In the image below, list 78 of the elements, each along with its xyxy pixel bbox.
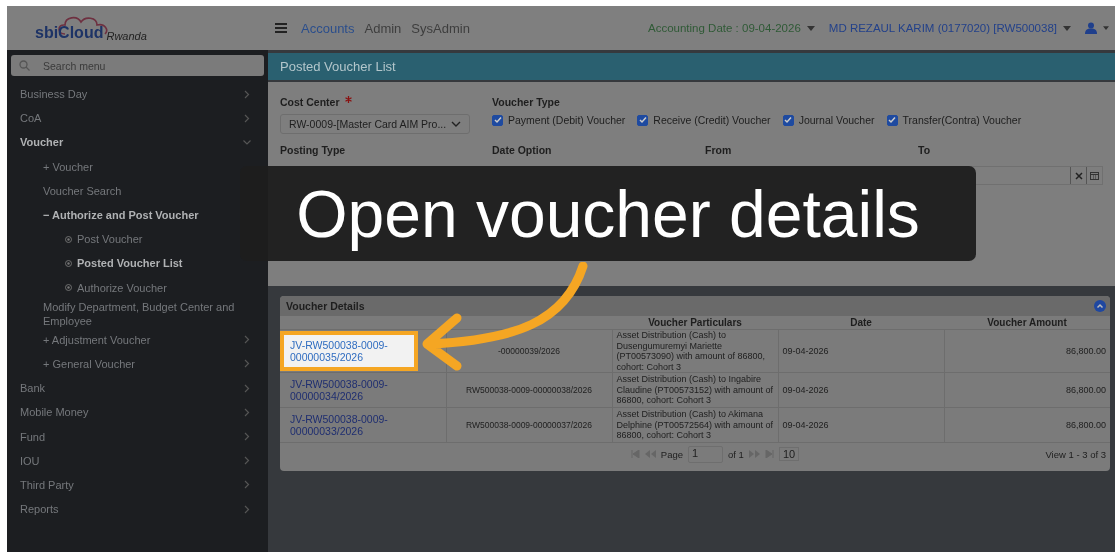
user-icon[interactable]: [1085, 22, 1097, 34]
sidebar-item[interactable]: IOU: [20, 454, 40, 467]
sidebar-item[interactable]: Third Party: [20, 478, 74, 491]
bullet-icon: [65, 284, 72, 292]
nav-tab[interactable]: Accounts: [301, 20, 355, 36]
table-cell: 09-04-2026: [778, 407, 944, 442]
table-cell: 09-04-2026: [778, 329, 944, 373]
table-cell: 09-04-2026: [778, 372, 944, 408]
column-header: Date: [850, 317, 872, 328]
clear-icon[interactable]: [1070, 167, 1086, 184]
field-label: Cost Center: [280, 96, 340, 108]
record-count: View 1 - 3 of 3: [1045, 448, 1106, 460]
sidebar-item[interactable]: Modify Department, Budget Center and Employee: [43, 299, 243, 328]
sidebar-item[interactable]: Mobile Money: [20, 406, 89, 419]
caret-icon[interactable]: [806, 25, 815, 31]
page-size-select[interactable]: 10: [778, 447, 800, 461]
field-label: To: [918, 144, 931, 156]
checkbox-label: Payment (Debit) Voucher: [508, 114, 626, 126]
page-count: of 1: [728, 448, 744, 460]
sidebar-item[interactable]: Authorize Voucher: [77, 281, 167, 294]
sidebar-item[interactable]: Reports: [20, 503, 59, 516]
table-cell: RW500038-0009-00000037/2026: [446, 407, 612, 442]
page-title: Posted Voucher List: [280, 59, 396, 74]
voucher-link[interactable]: JV-RW500038-0009-00000033/2026: [284, 409, 414, 441]
chevron-icon: [451, 121, 461, 127]
voucher-link[interactable]: JV-RW500038-0009-00000034/2026: [284, 374, 414, 406]
checkbox-label: Transfer(Contra) Voucher: [902, 114, 1022, 126]
bullet-icon: [65, 259, 72, 267]
sidebar-item[interactable]: − Authorize and Post Voucher: [43, 208, 199, 223]
sidebar-item[interactable]: + Adjustment Voucher: [43, 332, 151, 347]
accounting-date[interactable]: Accounting Date : 09-04-2026: [648, 22, 801, 34]
sidebar-item[interactable]: + General Voucher: [43, 356, 136, 371]
table-cell: 86,800.00: [944, 407, 1110, 442]
user-name[interactable]: MD REZAUL KARIM (0177020) [RW500038]: [828, 22, 1057, 34]
checkbox[interactable]: [782, 114, 794, 126]
sidebar-item[interactable]: Bank: [20, 382, 46, 395]
field-label: Voucher Type: [492, 96, 560, 108]
sidebar-item[interactable]: Business Day: [20, 88, 88, 101]
table-cell: Asset Distribution (Cash) to Akimana Delphine (PT00572564) with amount of 86800, cohort: Cohort 3: [612, 407, 778, 442]
sidebar-item[interactable]: Post Voucher: [77, 233, 143, 246]
field-label: Posting Type: [280, 144, 346, 156]
column-header: Voucher Particulars: [648, 317, 742, 328]
nav-tab[interactable]: Admin: [364, 20, 402, 36]
caption-tooltip: Open voucher details: [240, 166, 976, 261]
checkbox[interactable]: [637, 114, 649, 126]
page-label: Page: [660, 448, 684, 460]
sidebar-item[interactable]: Voucher Search: [43, 183, 122, 198]
caret-icon[interactable]: [1063, 25, 1071, 31]
sidebar-item[interactable]: Voucher: [20, 136, 64, 149]
sidebar-item[interactable]: + Voucher: [43, 159, 93, 174]
collapse-icon[interactable]: [1094, 300, 1106, 312]
logo-region: Rwanda: [106, 30, 147, 42]
column-header: Voucher Amount: [987, 317, 1067, 328]
sidebar-item[interactable]: Fund: [20, 430, 46, 443]
panel-title: Voucher Details: [286, 300, 365, 312]
table-cell: 86,800.00: [944, 372, 1110, 408]
checkbox-label: Journal Voucher: [798, 114, 875, 126]
bullet-icon: [65, 235, 72, 243]
checkbox-label: Receive (Credit) Voucher: [653, 114, 771, 126]
sidebar-item[interactable]: CoA: [20, 112, 42, 125]
table-cell: Asset Distribution (Cash) to Ingabire Claudine (PT00573152) with amount of 86800, cohort: Cohort 3: [612, 372, 778, 408]
field-label: Date Option: [492, 144, 552, 156]
table-cell: 86,800.00: [944, 329, 1110, 373]
caret-icon[interactable]: [1103, 26, 1109, 30]
logo-text: sbiCloud: [35, 24, 104, 42]
nav-tab[interactable]: SysAdmin: [411, 20, 470, 36]
menu-icon[interactable]: [275, 23, 287, 33]
sidebar-item[interactable]: Posted Voucher List: [77, 257, 183, 270]
search-field[interactable]: Search menu: [11, 55, 264, 76]
cost-center-select[interactable]: RW-0009-[Master Card AIM Pro...: [280, 114, 470, 134]
table-cell: Asset Distribution (Cash) to Dusengumuremyi Mariette (PT00573090) with amount of 86800, cohort: Cohort 3: [612, 329, 778, 373]
search-icon: [19, 60, 30, 71]
calendar-icon[interactable]: [1086, 167, 1102, 184]
checkbox[interactable]: [492, 114, 503, 126]
field-label: From: [705, 144, 732, 156]
checkbox[interactable]: [886, 114, 898, 126]
table-cell: RW500038-0009-00000038/2026: [446, 372, 612, 408]
page-input[interactable]: 1: [688, 445, 724, 463]
